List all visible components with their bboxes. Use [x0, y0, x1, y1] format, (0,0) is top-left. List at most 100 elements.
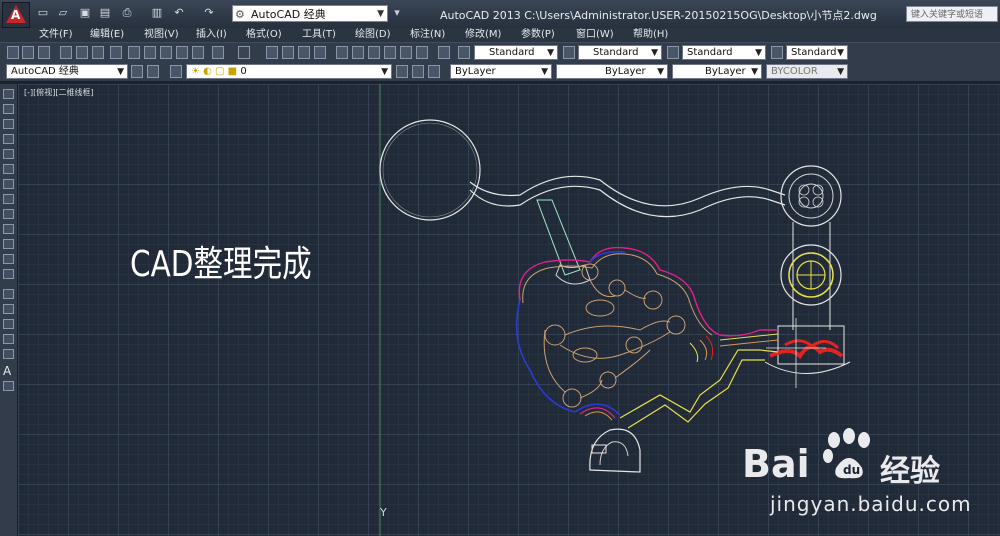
design-center-icon[interactable] — [352, 46, 364, 59]
menu-file[interactable]: 文件(F) — [39, 28, 73, 42]
redo-tool-icon[interactable] — [238, 46, 250, 59]
menu-tools[interactable]: 工具(T) — [302, 28, 336, 42]
zoom-realtime-icon[interactable] — [282, 46, 294, 59]
hatch-icon[interactable] — [3, 304, 14, 314]
menu-edit[interactable]: 编辑(E) — [90, 28, 124, 42]
make-current-layer-icon[interactable] — [396, 65, 408, 78]
tool-palettes-icon[interactable] — [368, 46, 380, 59]
region-icon[interactable] — [3, 334, 14, 344]
ucs-y-label: Y — [380, 506, 387, 519]
sheet-set-icon[interactable] — [384, 46, 396, 59]
layer-select[interactable]: ☀ ◐ ▢ ■ 0 ▼ — [186, 64, 392, 79]
search-input[interactable]: 键入关键字或短语 — [906, 6, 998, 22]
chevron-down-icon: ▼ — [117, 67, 124, 77]
menu-window[interactable]: 窗口(W) — [576, 28, 614, 42]
menu-parametric[interactable]: 参数(P) — [521, 28, 555, 42]
polyline-icon[interactable] — [3, 119, 14, 129]
mleader-style-select[interactable]: Standard ▼ — [786, 45, 848, 60]
menu-modify[interactable]: 修改(M) — [465, 28, 501, 42]
revision-cloud-icon[interactable] — [3, 194, 14, 204]
chevron-down-icon: ▼ — [755, 48, 762, 58]
quickcalc-icon[interactable] — [416, 46, 428, 59]
menu-help[interactable]: 帮助(H) — [633, 28, 668, 42]
plotstyle-select[interactable]: BYCOLOR ▼ — [766, 64, 848, 79]
new-icon[interactable] — [7, 46, 19, 59]
menu-insert[interactable]: 插入(I) — [196, 28, 227, 42]
save-tool-icon[interactable] — [38, 46, 50, 59]
zoom-window-icon[interactable] — [298, 46, 310, 59]
menu-format[interactable]: 格式(O) — [246, 28, 282, 42]
workspace-selector-value: AutoCAD 经典 — [251, 8, 326, 21]
match-properties-icon[interactable] — [176, 46, 188, 59]
workspace-select[interactable]: AutoCAD 经典 ▼ — [6, 64, 128, 79]
table-icon[interactable] — [3, 349, 14, 359]
save-icon[interactable]: ▣ — [78, 6, 92, 20]
new-file-icon[interactable]: ▭ — [36, 6, 50, 20]
dim-style-value: Standard — [593, 47, 639, 58]
save-as-icon[interactable]: ▤ — [98, 6, 112, 20]
layer-properties-icon[interactable] — [170, 65, 182, 78]
spline-icon[interactable] — [3, 209, 14, 219]
ellipse-icon[interactable] — [3, 224, 14, 234]
point-icon[interactable] — [3, 289, 14, 299]
plot-icon[interactable]: ⎙ — [120, 6, 134, 20]
open-folder-icon[interactable]: ▱ — [56, 6, 70, 20]
plotstyle-value: BYCOLOR — [771, 66, 818, 77]
preview-icon[interactable] — [76, 46, 88, 59]
make-block-icon[interactable] — [3, 269, 14, 279]
undo-tool-icon[interactable] — [212, 46, 224, 59]
workspace-selector[interactable]: ⚙ AutoCAD 经典 ▼ — [232, 5, 388, 22]
redo-icon[interactable]: ↷ — [202, 6, 216, 20]
menu-view[interactable]: 视图(V) — [144, 28, 179, 42]
layer-previous-icon[interactable] — [412, 65, 424, 78]
pan-icon[interactable] — [266, 46, 278, 59]
insert-block-icon[interactable] — [3, 254, 14, 264]
text-style-select[interactable]: Standard ▼ — [474, 45, 558, 60]
chevron-down-icon: ▼ — [381, 67, 388, 77]
menu-dimension[interactable]: 标注(N) — [410, 28, 445, 42]
add-selected-icon[interactable] — [3, 381, 14, 391]
rectangle-icon[interactable] — [3, 149, 14, 159]
construction-line-icon[interactable] — [3, 104, 14, 114]
plot-tool-icon[interactable] — [60, 46, 72, 59]
gradient-icon[interactable] — [3, 319, 14, 329]
cut-icon[interactable] — [128, 46, 140, 59]
dim-style-icon[interactable] — [563, 46, 575, 59]
publish-icon[interactable] — [92, 46, 104, 59]
paw-icon: du — [823, 428, 870, 479]
color-select[interactable]: ByLayer ▼ — [450, 64, 552, 79]
line-icon[interactable] — [3, 89, 14, 99]
table-style-select[interactable]: Standard ▼ — [682, 45, 766, 60]
application-menu-button[interactable]: A — [2, 2, 30, 28]
viewport-controls-label[interactable]: [-][俯视][二维线框] — [24, 87, 94, 98]
table-style-icon[interactable] — [667, 46, 679, 59]
lineweight-select[interactable]: ByLayer ▼ — [672, 64, 762, 79]
customize-icon[interactable] — [147, 65, 159, 78]
text-style-icon[interactable] — [458, 46, 470, 59]
copy-icon[interactable] — [144, 46, 156, 59]
mleader-style-icon[interactable] — [771, 46, 783, 59]
markup-icon[interactable] — [400, 46, 412, 59]
quick-access-dropdown-icon[interactable]: ▾ — [390, 6, 404, 20]
help-icon[interactable] — [438, 46, 450, 59]
circle-icon[interactable] — [3, 179, 14, 189]
multiline-text-icon[interactable]: A — [3, 365, 14, 377]
polygon-icon[interactable] — [3, 134, 14, 144]
zoom-previous-icon[interactable] — [314, 46, 326, 59]
workspace-settings-icon[interactable] — [131, 65, 143, 78]
title-bar: A ▭ ▱ ▣ ▤ ⎙ ▥ ↶ ↷ ⚙ AutoCAD 经典 ▼ ▾ AutoC… — [0, 0, 1000, 28]
block-editor-icon[interactable] — [192, 46, 204, 59]
layer-state-icon[interactable] — [428, 65, 440, 78]
undo-icon[interactable]: ↶ — [172, 6, 186, 20]
3d-dwf-icon[interactable] — [110, 46, 122, 59]
dim-style-select[interactable]: Standard ▼ — [578, 45, 662, 60]
linetype-select[interactable]: ByLayer ▼ — [556, 64, 668, 79]
menu-draw[interactable]: 绘图(D) — [355, 28, 391, 42]
ellipse-arc-icon[interactable] — [3, 239, 14, 249]
open-icon[interactable] — [22, 46, 34, 59]
paste-icon[interactable] — [160, 46, 172, 59]
layers-properties-toolbar: AutoCAD 经典 ▼ ☀ ◐ ▢ ■ 0 ▼ ByLayer ▼ ByLay… — [0, 62, 1000, 82]
properties-icon[interactable] — [336, 46, 348, 59]
print-icon[interactable]: ▥ — [150, 6, 164, 20]
arc-icon[interactable] — [3, 164, 14, 174]
